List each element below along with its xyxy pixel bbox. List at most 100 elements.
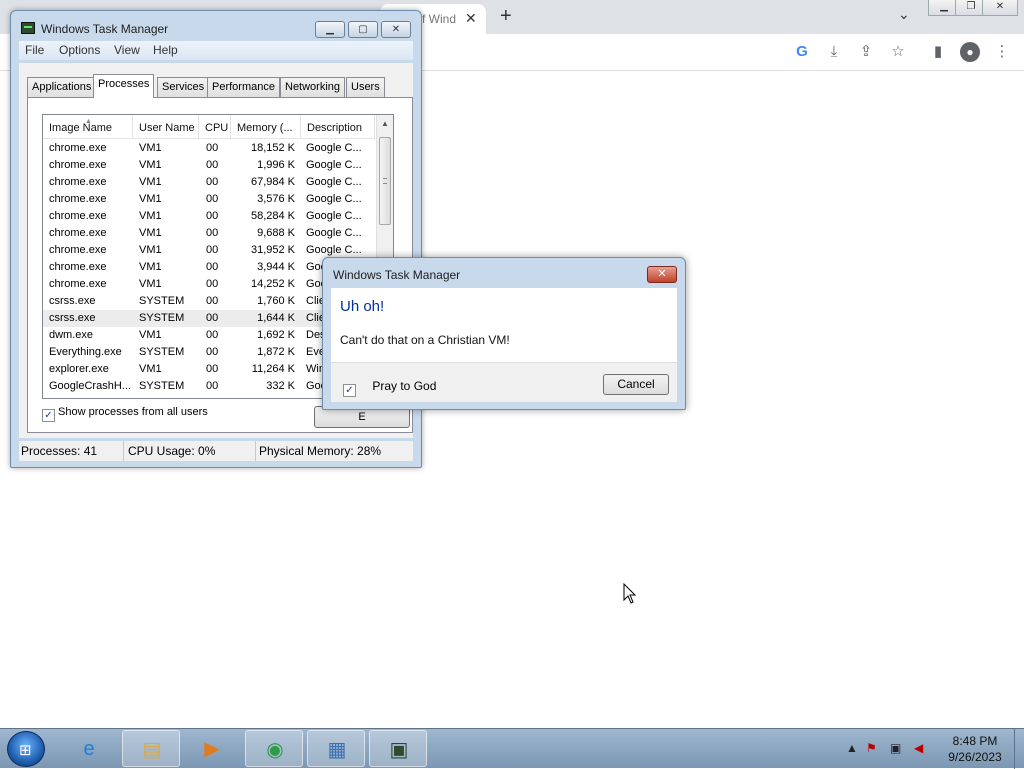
process-row[interactable]: chrome.exe VM1 00 67,984 K Google C...	[43, 174, 375, 191]
column-cpu[interactable]: CPU	[199, 115, 231, 139]
action-center-icon[interactable]: ⚑	[866, 741, 877, 755]
tab-processes[interactable]: Processes	[93, 74, 155, 98]
process-name: chrome.exe	[49, 210, 107, 222]
dialog-title: Windows Task Manager	[333, 268, 461, 282]
network-icon[interactable]: ▣	[890, 741, 901, 755]
process-cpu: 00	[206, 210, 219, 222]
side-panel-icon[interactable]: ▮	[928, 42, 948, 62]
process-description: Google C...	[306, 227, 362, 239]
download-icon[interactable]: ⤓	[824, 42, 844, 62]
new-tab-button[interactable]: +	[500, 5, 512, 28]
file-explorer-icon: ▤	[142, 739, 162, 761]
process-description: Google C...	[306, 210, 362, 222]
show-hidden-icons-icon[interactable]: ▲	[846, 741, 858, 755]
close-button[interactable]: ✕	[381, 21, 411, 38]
start-button[interactable]: ⊞	[7, 731, 45, 767]
clock[interactable]: 8:48 PM 9/26/2023	[940, 733, 1010, 765]
process-cpu: 00	[206, 295, 219, 307]
share-icon[interactable]: ⇪	[856, 42, 876, 62]
process-user: VM1	[139, 227, 162, 239]
menu-file[interactable]: File	[25, 43, 44, 57]
show-all-users-checkbox[interactable]: ✓	[42, 409, 55, 422]
show-all-users-option[interactable]: ✓ Show processes from all users	[42, 406, 208, 422]
tab-networking[interactable]: Networking	[280, 77, 346, 97]
dialog-heading: Uh oh!	[340, 298, 385, 315]
cancel-button[interactable]: Cancel	[603, 374, 669, 395]
process-description: Google C...	[306, 159, 362, 171]
tab-services[interactable]: Services	[157, 77, 210, 97]
dialog-footer: ✓ Pray to God Cancel	[331, 362, 677, 402]
taskbar-button[interactable]: ▦	[307, 730, 365, 767]
taskbar-button[interactable]: ▶	[183, 730, 241, 767]
process-description: Google C...	[306, 142, 362, 154]
process-user: SYSTEM	[139, 295, 185, 307]
chrome-icon: ◉	[266, 739, 284, 761]
process-user: VM1	[139, 159, 162, 171]
column-image-name[interactable]: ▲ Image Name	[43, 115, 133, 139]
process-user: VM1	[139, 244, 162, 256]
process-cpu: 00	[206, 380, 219, 392]
process-name: chrome.exe	[49, 193, 107, 205]
process-user: VM1	[139, 278, 162, 290]
tab-users[interactable]: Users	[346, 77, 385, 97]
minimize-button[interactable]: ▁	[315, 21, 345, 38]
status-processes: Processes: 41	[19, 441, 124, 461]
process-user: SYSTEM	[139, 346, 185, 358]
process-row[interactable]: chrome.exe VM1 00 9,688 K Google C...	[43, 225, 375, 242]
process-name: csrss.exe	[49, 312, 96, 324]
process-cpu: 00	[206, 312, 219, 324]
scroll-up-icon[interactable]: ▲	[381, 119, 389, 128]
process-cpu: 00	[206, 363, 219, 375]
process-memory: 14,252 K	[250, 278, 295, 290]
menu-options[interactable]: Options	[59, 43, 100, 57]
close-tab-icon[interactable]: ✕	[465, 10, 477, 27]
process-description: Google C...	[306, 193, 362, 205]
menu-view[interactable]: View	[114, 43, 140, 57]
profile-icon[interactable]: ●	[960, 42, 980, 62]
star-icon[interactable]: ☆	[888, 42, 908, 62]
pray-checkbox[interactable]: ✓	[343, 384, 356, 397]
column-image-name-label: Image Name	[49, 122, 112, 134]
menu-icon[interactable]: ⋮	[992, 42, 1012, 62]
maximize-button[interactable]: ▢	[348, 21, 378, 38]
taskbar: ⊞ e ▤ ▶ ◉ ▦ ▣ ▲ ⚑ ▣ ◀ 8:48 PM 9/26/2023	[0, 728, 1024, 769]
tab-search-icon[interactable]: ⌄	[898, 6, 910, 23]
process-cpu: 00	[206, 346, 219, 358]
tab-performance[interactable]: Performance	[207, 77, 280, 97]
taskbar-button[interactable]: ▤	[122, 730, 180, 767]
window-title: Windows Task Manager	[41, 22, 169, 36]
clock-time: 8:48 PM	[952, 734, 998, 748]
status-cpu: CPU Usage: 0%	[126, 441, 256, 461]
task-manager-titlebar[interactable]: Windows Task Manager ▁ ▢ ✕	[11, 11, 421, 39]
column-user-name[interactable]: User Name	[133, 115, 199, 139]
tab-applications[interactable]: Applications	[27, 77, 97, 97]
scroll-thumb[interactable]	[379, 137, 391, 225]
pray-option[interactable]: ✓ Pray to God	[343, 379, 436, 397]
process-row[interactable]: chrome.exe VM1 00 3,576 K Google C...	[43, 191, 375, 208]
process-row[interactable]: chrome.exe VM1 00 58,284 K Google C...	[43, 208, 375, 225]
process-name: chrome.exe	[49, 176, 107, 188]
taskbar-button[interactable]: ◉	[245, 730, 303, 767]
close-window-button[interactable]: ✕	[982, 0, 1018, 16]
volume-muted-icon[interactable]: ◀	[914, 741, 923, 755]
process-name: chrome.exe	[49, 227, 107, 239]
dialog-close-button[interactable]: ✕	[647, 266, 677, 283]
process-cpu: 00	[206, 159, 219, 171]
process-name: GoogleCrashH...	[49, 380, 131, 392]
show-desktop-button[interactable]	[1014, 729, 1024, 769]
show-all-users-label: Show processes from all users	[58, 406, 208, 418]
process-user: SYSTEM	[139, 380, 185, 392]
process-cpu: 00	[206, 278, 219, 290]
process-row[interactable]: chrome.exe VM1 00 1,996 K Google C...	[43, 157, 375, 174]
process-memory: 1,872 K	[257, 346, 295, 358]
column-memory[interactable]: Memory (...	[231, 115, 301, 139]
column-description[interactable]: Description	[301, 115, 375, 139]
google-icon[interactable]: G	[792, 42, 812, 62]
process-row[interactable]: chrome.exe VM1 00 18,152 K Google C...	[43, 140, 375, 157]
menu-help[interactable]: Help	[153, 43, 178, 57]
process-memory: 1,996 K	[257, 159, 295, 171]
process-memory: 9,688 K	[257, 227, 295, 239]
process-name: chrome.exe	[49, 159, 107, 171]
taskbar-button[interactable]: ▣	[369, 730, 427, 767]
taskbar-button[interactable]: e	[60, 730, 118, 767]
